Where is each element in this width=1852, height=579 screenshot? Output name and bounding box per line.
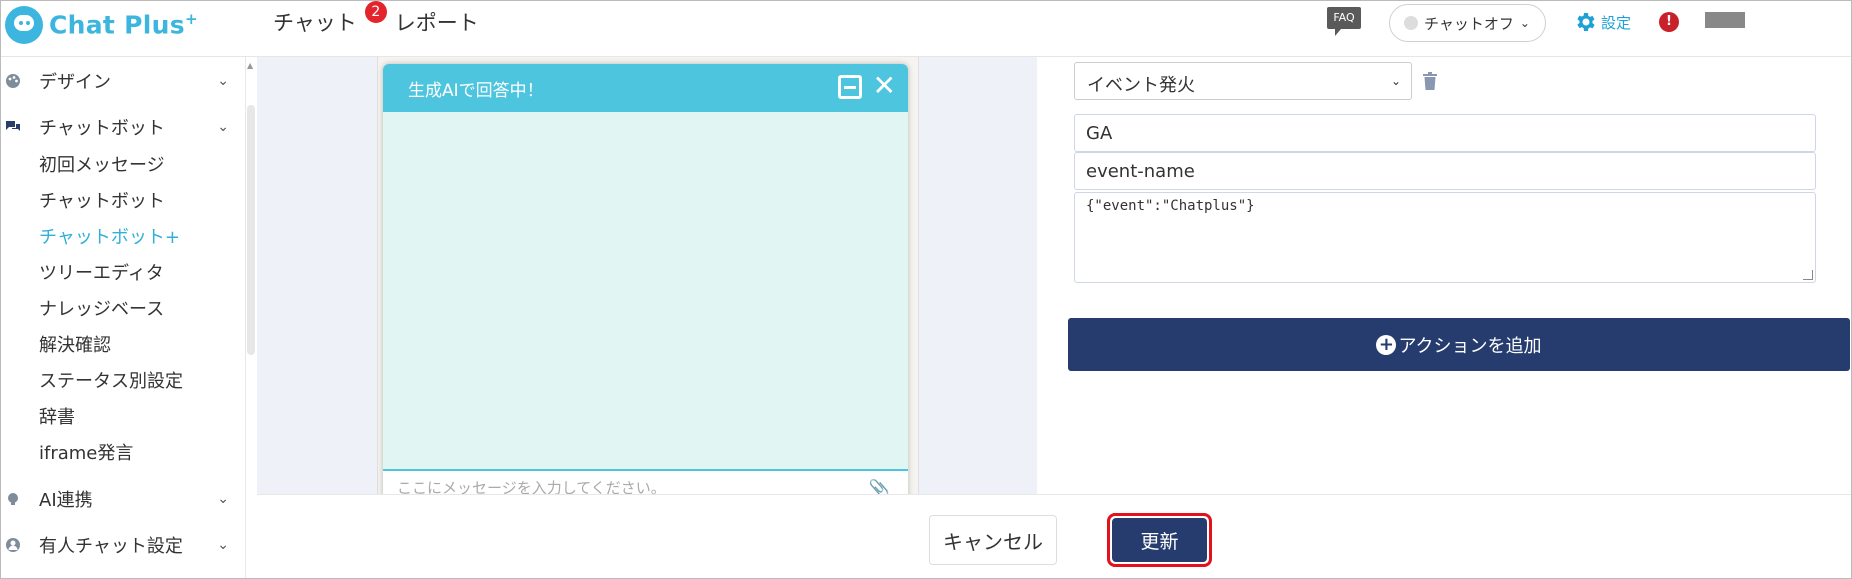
sidebar-item-tree-editor[interactable]: ツリーエディタ (39, 259, 164, 285)
chat-logo-icon (5, 6, 43, 44)
chevron-down-icon: ⌄ (217, 73, 229, 89)
sidebar-section-live-chat[interactable]: 有人チャット設定 ⌄ (1, 529, 241, 561)
sidebar-item-knowledge-base[interactable]: ナレッジベース (39, 295, 164, 321)
app-frame: Chat Plus+ チャット 2 レポート FAQ チャットオフ ⌄ 設定 ! (0, 0, 1852, 579)
update-button[interactable]: 更新 (1107, 513, 1212, 567)
event-params-textarea[interactable]: {"event":"Chatplus"} (1074, 192, 1816, 283)
chat-status-label: チャットオフ (1424, 14, 1514, 33)
status-dot-icon (1404, 16, 1418, 30)
minimize-icon[interactable] (838, 75, 862, 99)
add-action-label: アクションを追加 (1398, 335, 1542, 357)
gear-icon (1577, 13, 1595, 31)
chevron-down-icon: ⌄ (217, 119, 229, 135)
logo-plus: + (184, 10, 198, 29)
sidebar-section-label: 有人チャット設定 (39, 536, 183, 557)
add-action-button[interactable]: + アクションを追加 (1068, 318, 1850, 371)
event-name-field[interactable]: event-name (1074, 152, 1816, 190)
cancel-label: キャンセル (943, 529, 1043, 554)
event-params-value: {"event":"Chatplus"} (1086, 198, 1255, 214)
plus-circle-icon: + (1376, 334, 1397, 355)
cancel-button[interactable]: キャンセル (929, 515, 1057, 565)
close-icon[interactable]: ✕ (873, 72, 896, 100)
event-category-field[interactable]: GA (1074, 114, 1816, 152)
main-nav: チャット 2 レポート (273, 1, 517, 37)
action-type-value: イベント発火 (1087, 75, 1195, 96)
chatplus-logo[interactable]: Chat Plus+ (5, 5, 198, 45)
trash-icon[interactable] (1423, 72, 1437, 90)
sidebar-section-label: AI連携 (39, 490, 93, 511)
update-button-inner: 更新 (1112, 518, 1207, 562)
sidebar-section-chatbot[interactable]: チャットボット ⌄ (1, 111, 241, 143)
chevron-down-icon: ⌄ (217, 537, 229, 553)
lightbulb-icon (8, 493, 18, 505)
sidebar: デザイン ⌄ チャットボット ⌄ 初回メッセージ チャットボット チャットボット… (1, 57, 246, 578)
logo-text: Chat Plus+ (49, 10, 198, 39)
chat-preview-window: 生成AIで回答中！ ✕ ここにメッセージを入力してください。 📎 (383, 64, 908, 504)
sidebar-item-dictionary[interactable]: 辞書 (39, 403, 75, 429)
sidebar-item-chatbot[interactable]: チャットボット (39, 187, 165, 213)
nav-report-label: レポート (394, 11, 479, 35)
sidebar-section-label: チャットボット (39, 118, 165, 139)
chat-preview-title: 生成AIで回答中！ (408, 80, 544, 101)
chevron-down-icon: ⌄ (217, 491, 229, 507)
palette-icon (6, 74, 20, 88)
user-name-placeholder[interactable] (1705, 12, 1745, 28)
resize-handle-icon[interactable] (1803, 270, 1813, 280)
nav-chat-label: チャット (273, 11, 357, 35)
sidebar-item-chatbot-plus[interactable]: チャットボット+ (39, 223, 180, 249)
chat-bubbles-icon (6, 121, 20, 131)
action-type-select[interactable]: イベント発火 ⌄ (1074, 62, 1412, 100)
top-header: Chat Plus+ チャット 2 レポート FAQ チャットオフ ⌄ 設定 ! (1, 1, 1851, 57)
person-icon (6, 538, 20, 552)
logo-wordmark: Chat Plus (49, 10, 185, 40)
settings-label: 設定 (1601, 13, 1632, 32)
scroll-up-arrow-icon[interactable]: ▲ (247, 61, 253, 70)
chat-count-badge: 2 (364, 1, 387, 23)
nav-chat[interactable]: チャット 2 (273, 1, 387, 37)
sidebar-section-ai[interactable]: AI連携 ⌄ (1, 483, 241, 515)
nav-report[interactable]: レポート (395, 7, 479, 37)
sidebar-item-status-settings[interactable]: ステータス別設定 (39, 367, 183, 393)
faq-icon[interactable]: FAQ (1327, 7, 1361, 36)
update-label: 更新 (1140, 530, 1179, 553)
chat-preview-header: 生成AIで回答中！ ✕ (383, 64, 908, 112)
sidebar-section-design[interactable]: デザイン ⌄ (1, 65, 241, 97)
sidebar-item-first-message[interactable]: 初回メッセージ (39, 151, 165, 177)
alert-icon[interactable]: ! (1659, 12, 1679, 32)
sidebar-scrollbar[interactable] (247, 105, 255, 355)
chat-status-dropdown[interactable]: チャットオフ ⌄ (1389, 4, 1546, 42)
chevron-down-icon: ⌄ (1519, 16, 1530, 30)
sidebar-item-iframe[interactable]: iframe発言 (39, 439, 133, 465)
settings-link[interactable]: 設定 (1573, 10, 1631, 34)
sidebar-section-label: デザイン (39, 72, 111, 93)
chevron-down-icon: ⌄ (1390, 74, 1401, 88)
sidebar-item-resolution-check[interactable]: 解決確認 (39, 331, 111, 357)
